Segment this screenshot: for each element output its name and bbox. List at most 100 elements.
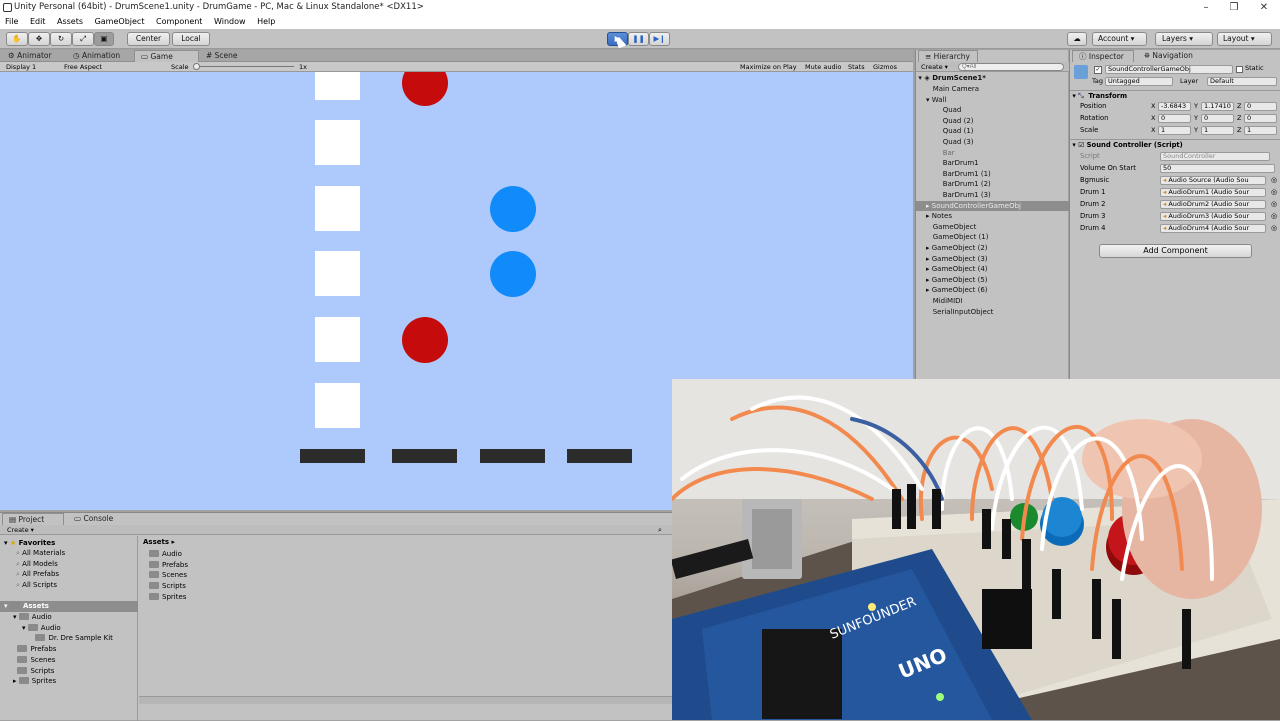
position-z-field[interactable]: 0 [1244,102,1277,111]
pivot-local-toggle[interactable]: Local [172,32,210,46]
stats-toggle[interactable]: Stats [848,62,865,72]
asset-tree-item[interactable]: ▾ Audio [22,623,61,634]
tree-arrow-icon[interactable] [936,138,943,146]
audio-source-field[interactable]: ◂ Audio Source (Audio Sou [1160,176,1266,185]
gizmos-dropdown[interactable]: Gizmos [873,62,897,72]
tree-arrow-icon[interactable] [926,223,933,231]
add-component-button[interactable]: Add Component [1099,244,1252,258]
hierarchy-item[interactable]: Quad (2) [916,116,1069,127]
scale-x-field[interactable]: 1 [1158,126,1191,135]
object-name-field[interactable]: SoundControllerGameObj [1105,65,1233,74]
layout-dropdown[interactable]: Layout ▾ [1217,32,1272,46]
tree-arrow-icon[interactable] [936,106,943,114]
hierarchy-item[interactable]: MidiMIDI [916,296,1069,307]
tree-arrow-icon[interactable] [936,170,943,178]
hierarchy-item[interactable]: ▸ GameObject (4) [916,264,1069,275]
tab-hierarchy[interactable]: ≡ Hierarchy [918,50,978,62]
tree-arrow-icon[interactable] [936,191,943,199]
menu-component[interactable]: Component [156,15,202,29]
tab-inspector[interactable]: ⓘ Inspector [1072,50,1134,62]
project-scrollbar[interactable] [139,696,672,704]
object-picker-icon[interactable]: ◎ [1271,200,1277,208]
volume-field[interactable]: 50 [1160,164,1275,173]
object-picker-icon[interactable]: ◎ [1271,224,1277,232]
scale-y-field[interactable]: 1 [1201,126,1234,135]
tree-arrow-icon[interactable]: ▸ [13,677,19,685]
hierarchy-item[interactable]: ▸ GameObject (5) [916,275,1069,286]
asset-tree-item[interactable]: Scripts [13,666,54,677]
rotate-tool-icon[interactable]: ↻ [50,32,72,46]
tab-scene[interactable]: # Scene [200,50,244,62]
audio-source-field[interactable]: ◂ AudioDrum2 (Audio Sour [1160,200,1266,209]
hierarchy-item[interactable]: BarDrum1 (2) [916,179,1069,190]
position-x-field[interactable]: -3.6843 [1158,102,1191,111]
favorite-item[interactable]: ⌕ All Models [16,559,58,570]
rect-tool-icon[interactable]: ▣ [94,32,114,46]
menu-window[interactable]: Window [214,15,246,29]
scale-slider-handle[interactable] [193,63,200,70]
tree-arrow-icon[interactable] [936,159,943,167]
static-checkbox[interactable] [1236,66,1243,73]
object-picker-icon[interactable]: ◎ [1271,176,1277,184]
hierarchy-item[interactable]: Quad (3) [916,137,1069,148]
favorite-item[interactable]: ⌕ All Prefabs [16,569,59,580]
menu-assets[interactable]: Assets [57,15,83,29]
tab-project[interactable]: ▤ Project [2,513,64,525]
object-picker-icon[interactable]: ◎ [1271,188,1277,196]
hierarchy-item[interactable]: BarDrum1 [916,158,1069,169]
asset-folder-item[interactable]: Prefabs [149,560,188,571]
cloud-icon[interactable]: ☁ [1067,32,1087,46]
asset-folder-item[interactable]: Scripts [149,581,186,592]
menu-help[interactable]: Help [257,15,275,29]
tree-arrow-icon[interactable]: ▾ [22,624,28,632]
hierarchy-item[interactable]: SerialInputObject [916,307,1069,318]
maximize-button[interactable]: ❒ [1220,0,1248,15]
audio-source-field[interactable]: ◂ AudioDrum4 (Audio Sour [1160,224,1266,233]
close-button[interactable]: ✕ [1250,0,1278,15]
hierarchy-item[interactable]: ▸ GameObject (2) [916,243,1069,254]
move-tool-icon[interactable]: ✥ [28,32,50,46]
transform-header[interactable]: ▾ ⤡ Transform [1070,90,1280,101]
asset-tree-item[interactable]: ▸ Sprites [13,676,56,687]
menu-gameobject[interactable]: GameObject [95,15,145,29]
hierarchy-item[interactable]: Bar [916,148,1069,159]
asset-folder-item[interactable]: Sprites [149,592,186,603]
active-checkbox[interactable]: ✓ [1094,66,1102,74]
object-picker-icon[interactable]: ◎ [1271,212,1277,220]
tab-console[interactable]: ▭ Console [68,513,119,525]
minimize-button[interactable]: – [1192,0,1220,15]
display-dropdown[interactable]: Display 1 [6,62,36,72]
mute-audio-toggle[interactable]: Mute audio [805,62,841,72]
lock-icon[interactable]: ⌕ [658,526,662,535]
scale-z-field[interactable]: 1 [1244,126,1277,135]
hierarchy-item[interactable]: ▸ SoundControllerGameObj [916,200,1069,212]
tree-arrow-icon[interactable] [936,149,943,157]
sound-controller-header[interactable]: ▾ ☑ Sound Controller (Script) [1070,139,1280,150]
scale-tool-icon[interactable]: ⤢ [72,32,94,46]
hierarchy-item[interactable]: ▸ Notes [916,211,1069,222]
asset-folder-item[interactable]: Audio [149,549,182,560]
tag-dropdown[interactable]: Untagged [1105,77,1173,86]
hierarchy-item[interactable]: Quad (1) [916,126,1069,137]
project-create-button[interactable]: Create ▾ [7,525,34,535]
pivot-center-toggle[interactable]: Center [127,32,170,46]
tree-arrow-icon[interactable] [926,308,933,316]
favorite-item[interactable]: ⌕ All Materials [16,548,65,559]
assets-root[interactable]: ▾ Assets [0,601,138,612]
pause-button[interactable]: ❚❚ [628,32,649,46]
menu-file[interactable]: File [5,15,18,29]
audio-source-field[interactable]: ◂ AudioDrum1 (Audio Sour [1160,188,1266,197]
menu-edit[interactable]: Edit [30,15,46,29]
rotation-x-field[interactable]: 0 [1158,114,1191,123]
tab-animator[interactable]: ⚙ Animator [2,50,58,62]
hierarchy-item[interactable]: ▸ GameObject (3) [916,254,1069,265]
position-y-field[interactable]: 1.17410 [1201,102,1234,111]
tree-arrow-icon[interactable]: ▾ [13,613,19,621]
layer-dropdown[interactable]: Default [1207,77,1277,86]
hierarchy-item[interactable]: GameObject [916,222,1069,233]
asset-tree-item[interactable]: ▾ Audio [13,612,52,623]
tab-animation[interactable]: ◷ Animation [67,50,126,62]
favorite-item[interactable]: ⌕ All Scripts [16,580,57,591]
hierarchy-item[interactable]: GameObject (1) [916,232,1069,243]
scene-root[interactable]: ▾ ◈ DrumScene1* [916,73,1069,84]
